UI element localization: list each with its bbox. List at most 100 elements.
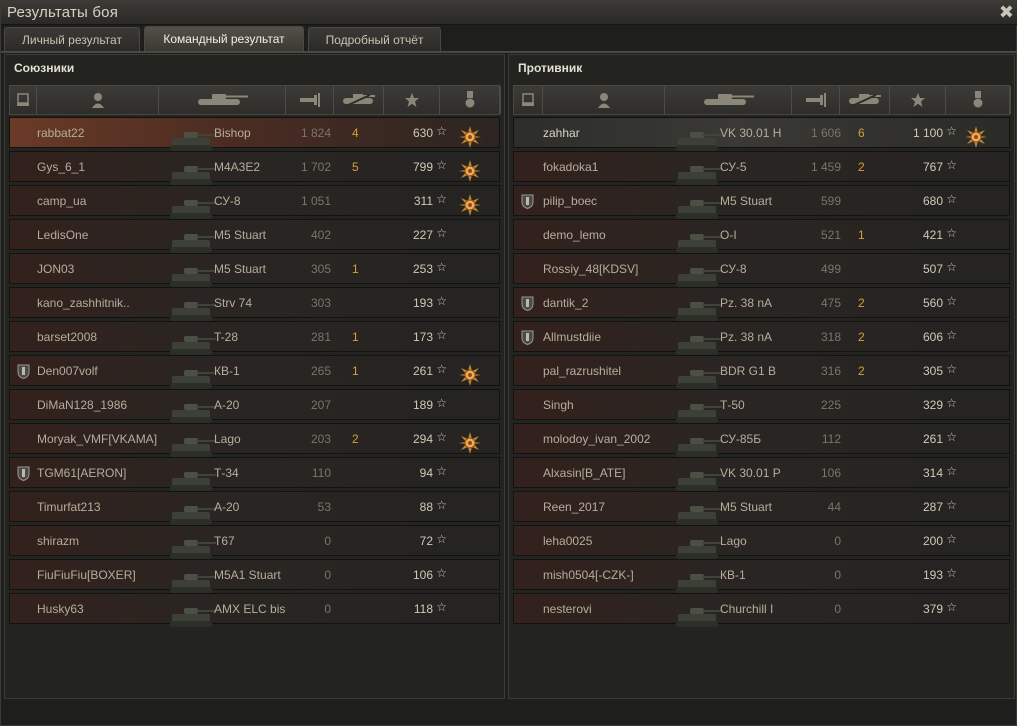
player-row[interactable]: Gys_6_1 M4A3E2 1 702 5 799 ☆ [9, 151, 500, 185]
header-xp-star-icon[interactable] [384, 86, 440, 114]
damage-value: 106 [820, 466, 841, 480]
medal-icon[interactable] [459, 364, 481, 386]
player-row[interactable]: shirazm T67 0 72 ☆ [9, 525, 500, 559]
clan-shield-icon [521, 330, 534, 346]
player-row[interactable]: LedisOne M5 Stuart 402 227 ☆ [9, 219, 500, 253]
player-row[interactable]: Alxasin[B_ATE] VK 30.01 P 106 314 ☆ [513, 457, 1010, 491]
header-player-icon[interactable] [543, 86, 665, 114]
tank-icon [672, 500, 724, 528]
player-name: Alxasin[B_ATE] [543, 466, 626, 480]
player-row[interactable]: fokadoka1 СУ-5 1 459 2 767 ☆ [513, 151, 1010, 185]
player-row[interactable]: barset2008 T-28 281 1 173 ☆ [9, 321, 500, 355]
medal-icon[interactable] [965, 126, 987, 148]
player-name: leha0025 [543, 534, 593, 548]
player-name: nesterovi [543, 602, 592, 616]
tank-icon [672, 534, 724, 562]
player-row[interactable]: zahhar VK 30.01 H 1 606 6 1 100 ☆ [513, 117, 1010, 151]
vehicle-name: M5A1 Stuart [214, 568, 281, 582]
player-row[interactable]: pilip_boec M5 Stuart 599 680 ☆ [513, 185, 1010, 219]
player-name: Timurfat213 [37, 500, 101, 514]
medal-icon[interactable] [459, 194, 481, 216]
player-row[interactable]: rabbat22 Bishop 1 824 4 630 ☆ [9, 117, 500, 151]
header-damage-icon[interactable] [792, 86, 840, 114]
player-row[interactable]: Husky63 AMX ELC bis 0 118 ☆ [9, 593, 500, 627]
header-player-icon[interactable] [37, 86, 159, 114]
kills-value: 2 [352, 432, 359, 446]
tab-team[interactable]: Командный результат [144, 26, 304, 52]
player-row[interactable]: Allmustdiie Pz. 38 nA 318 2 606 ☆ [513, 321, 1010, 355]
player-row[interactable]: camp_ua СУ-8 1 051 311 ☆ [9, 185, 500, 219]
header-squad-icon[interactable] [514, 86, 543, 114]
vehicle-name: Pz. 38 nA [720, 330, 773, 344]
player-row[interactable]: Moryak_VMF[VKAMA] Lago 203 2 294 ☆ [9, 423, 500, 457]
player-row[interactable]: FiuFiuFiu[BOXER] M5A1 Stuart 0 106 ☆ [9, 559, 500, 593]
player-name: Singh [543, 398, 574, 412]
player-row[interactable]: leha0025 Lago 0 200 ☆ [513, 525, 1010, 559]
xp-star-icon: ☆ [436, 600, 447, 614]
vehicle-name: Lago [214, 432, 241, 446]
player-row[interactable]: nesterovi Churchill I 0 379 ☆ [513, 593, 1010, 627]
damage-value: 318 [820, 330, 841, 344]
header-kills-icon[interactable] [334, 86, 384, 114]
header-tank-icon[interactable] [665, 86, 792, 114]
tank-icon [166, 568, 218, 596]
damage-value: 0 [324, 602, 331, 616]
tank-icon [672, 568, 724, 596]
player-row[interactable]: kano_zashhitnik.. Strv 74 303 193 ☆ [9, 287, 500, 321]
window-title: Результаты боя [7, 4, 119, 21]
xp-star-icon: ☆ [436, 226, 447, 240]
xp-value: 200 [922, 534, 943, 548]
player-row[interactable]: TGM61[AERON] Т-34 110 94 ☆ [9, 457, 500, 491]
xp-star-icon: ☆ [946, 124, 957, 138]
clan-shield-icon [521, 296, 534, 312]
player-row[interactable]: demo_lemo O-I 521 1 421 ☆ [513, 219, 1010, 253]
xp-value: 799 [412, 160, 433, 174]
player-row[interactable]: pal_razrushitel BDR G1 B 316 2 305 ☆ [513, 355, 1010, 389]
damage-value: 402 [310, 228, 331, 242]
kills-value: 2 [858, 364, 865, 378]
header-damage-icon[interactable] [286, 86, 334, 114]
player-row[interactable]: molodoy_ivan_2002 СУ-85Б 112 261 ☆ [513, 423, 1010, 457]
xp-value: 261 [412, 364, 433, 378]
close-icon[interactable]: ✖ [999, 1, 1014, 23]
tab-detailed[interactable]: Подробный отчёт [308, 27, 441, 51]
header-tank-icon[interactable] [159, 86, 286, 114]
player-name: Allmustdiie [543, 330, 602, 344]
player-row[interactable]: dantik_2 Pz. 38 nA 475 2 560 ☆ [513, 287, 1010, 321]
player-row[interactable]: mish0504[-CZK-] КВ-1 0 193 ☆ [513, 559, 1010, 593]
player-name: Husky63 [37, 602, 84, 616]
xp-star-icon: ☆ [946, 396, 957, 410]
damage-value: 53 [317, 500, 331, 514]
allies-column-header [9, 85, 501, 115]
player-row[interactable]: Den007volf КВ-1 265 1 261 ☆ [9, 355, 500, 389]
xp-star-icon: ☆ [946, 260, 957, 274]
medal-icon[interactable] [459, 126, 481, 148]
xp-value: 329 [922, 398, 943, 412]
vehicle-name: BDR G1 B [720, 364, 777, 378]
damage-value: 599 [820, 194, 841, 208]
header-kills-icon[interactable] [840, 86, 890, 114]
damage-value: 303 [310, 296, 331, 310]
tank-icon [166, 432, 218, 460]
player-row[interactable]: DiMaN128_1986 А-20 207 189 ☆ [9, 389, 500, 423]
damage-value: 475 [820, 296, 841, 310]
header-xp-star-icon[interactable] [890, 86, 946, 114]
header-medal-icon[interactable] [440, 86, 501, 114]
medal-icon[interactable] [459, 432, 481, 454]
header-squad-icon[interactable] [10, 86, 37, 114]
player-row[interactable]: Rossiy_48[KDSV] СУ-8 499 507 ☆ [513, 253, 1010, 287]
vehicle-name: Т-34 [214, 466, 239, 480]
player-row[interactable]: JON03 M5 Stuart 305 1 253 ☆ [9, 253, 500, 287]
player-name: camp_ua [37, 194, 87, 208]
player-name: mish0504[-CZK-] [543, 568, 634, 582]
tab-personal[interactable]: Личный результат [4, 27, 140, 51]
xp-star-icon: ☆ [436, 192, 447, 206]
xp-star-icon: ☆ [946, 498, 957, 512]
header-medal-icon[interactable] [946, 86, 1011, 114]
player-row[interactable]: Timurfat213 А-20 53 88 ☆ [9, 491, 500, 525]
player-row[interactable]: Reen_2017 M5 Stuart 44 287 ☆ [513, 491, 1010, 525]
medal-icon[interactable] [459, 160, 481, 182]
vehicle-name: T67 [214, 534, 235, 548]
xp-star-icon: ☆ [946, 192, 957, 206]
player-row[interactable]: Singh Т-50 225 329 ☆ [513, 389, 1010, 423]
